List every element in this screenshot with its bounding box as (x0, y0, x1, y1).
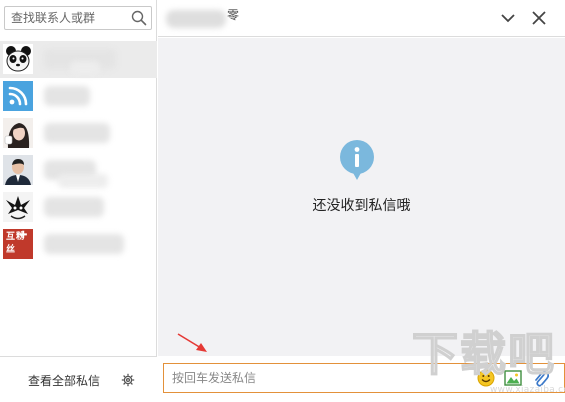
search-box (4, 6, 152, 30)
watermark-url: www.xiazaiba.com (490, 385, 565, 395)
svg-text:下载吧: 下载吧 (412, 327, 556, 381)
chevron-down-icon[interactable] (500, 10, 516, 26)
contacts-sidebar: 互粉丝 ✚ 查看全部私信 (0, 0, 157, 402)
close-icon[interactable] (530, 9, 548, 27)
contact-item[interactable] (0, 152, 157, 189)
annotation-arrow-icon (177, 333, 207, 352)
empty-state-text: 还没收到私信哦 (312, 198, 411, 214)
contact-item[interactable] (0, 189, 157, 226)
hufen-badge-avatar: 互粉丝 ✚ (3, 229, 33, 259)
view-all-messages-link[interactable]: 查看全部私信 (28, 372, 100, 389)
message-area: 还没收到私信哦 (158, 38, 565, 356)
contact-name-suffix: 零 (227, 8, 240, 22)
gear-icon[interactable] (121, 373, 135, 387)
woman-photo-avatar (3, 118, 33, 148)
contact-item[interactable]: 互粉丝 ✚ (0, 226, 157, 263)
panda-avatar (3, 44, 33, 74)
contact-item[interactable] (0, 78, 157, 115)
contact-item[interactable] (0, 41, 157, 78)
plus-icon: ✚ (19, 230, 28, 241)
conversation-header: 零 (158, 0, 565, 37)
man-photo-avatar (3, 155, 33, 185)
rss-feed-avatar (3, 81, 33, 111)
contact-name-redacted (166, 10, 226, 28)
anime-avatar (3, 192, 33, 222)
contact-list: 互粉丝 ✚ (0, 41, 157, 263)
watermark-logo: 下载吧 (412, 326, 556, 382)
sidebar-footer: 查看全部私信 (0, 356, 157, 402)
search-icon[interactable] (131, 10, 147, 26)
info-icon (340, 140, 374, 180)
search-input[interactable] (11, 9, 127, 27)
contact-item[interactable] (0, 115, 157, 152)
